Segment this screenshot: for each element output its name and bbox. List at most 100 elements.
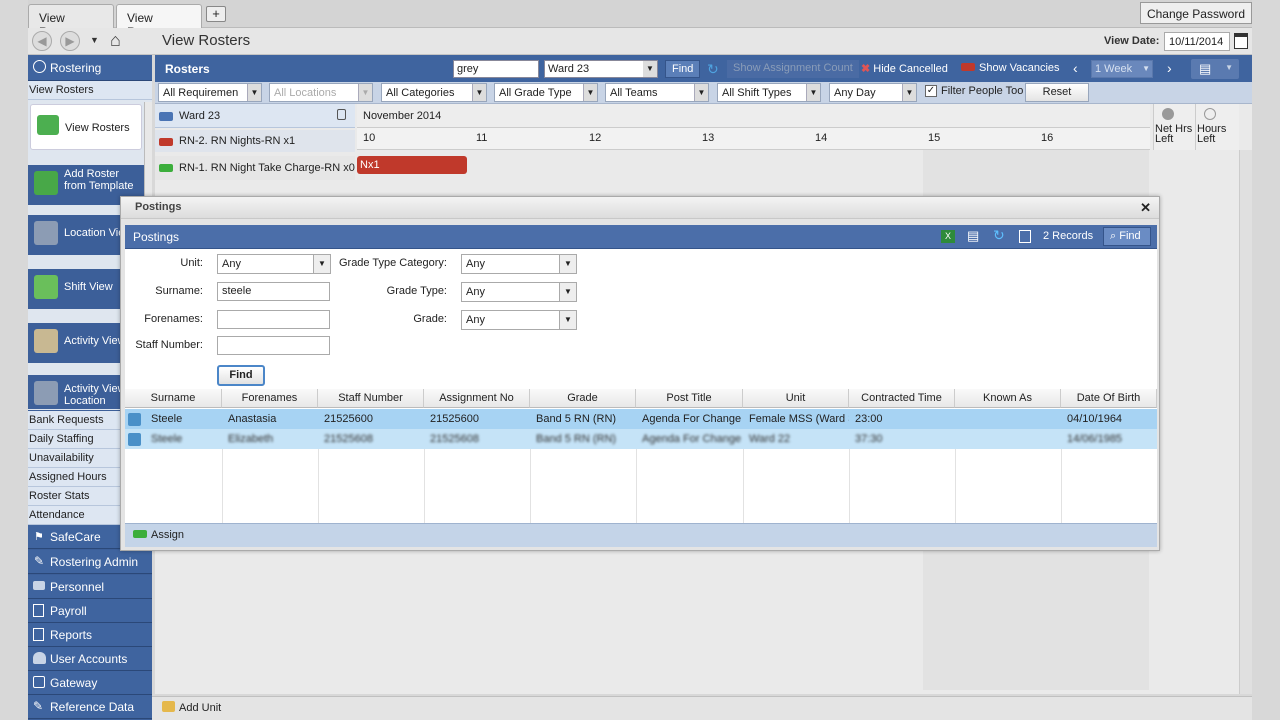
chevron-down-icon: ▼ — [559, 283, 576, 301]
flag-icon: ⚑ — [34, 531, 44, 543]
cell-date-of-birth: 04/10/1964 — [1067, 413, 1123, 425]
requirement-row[interactable]: RN-2. RN Nights-RN x1 — [155, 130, 355, 152]
cancel-icon: ✖ — [861, 63, 874, 75]
refresh-icon[interactable]: ↻ — [707, 61, 719, 78]
col-assignment-no[interactable]: Assignment No — [424, 389, 530, 408]
nav-view-rosters-link[interactable]: View Rosters — [28, 81, 152, 100]
period-select-value: 1 Week — [1095, 63, 1133, 75]
shift-icon — [34, 275, 58, 299]
chevron-down-icon[interactable]: ▼ — [90, 35, 99, 45]
col-contracted-time[interactable]: Contracted Time — [849, 389, 955, 408]
back-icon[interactable]: ◀ — [32, 31, 52, 51]
col-staff-number[interactable]: Staff Number — [318, 389, 424, 408]
home-icon[interactable]: ⌂ — [110, 30, 121, 51]
nav-section-label: Gateway — [50, 676, 98, 690]
reset-button[interactable]: Reset — [1025, 83, 1089, 102]
grade-type-filter[interactable]: All Grade Type ▼ — [494, 83, 598, 102]
panel-find-label: Find — [1119, 230, 1141, 242]
columns-icon[interactable] — [1019, 230, 1031, 243]
grade-type-category-select[interactable]: Any ▼ — [461, 254, 577, 274]
change-password-button[interactable]: Change Password — [1139, 2, 1252, 24]
grade-type-value: Any — [466, 286, 485, 298]
grid-scrollbar[interactable] — [1239, 150, 1252, 694]
panel-find-button[interactable]: ⌕ Find — [1103, 227, 1151, 246]
category-filter[interactable]: All Categories ▼ — [381, 83, 487, 102]
filter-people-checkbox[interactable]: ✓ — [925, 85, 937, 97]
chevron-down-icon: ▼ — [1142, 64, 1150, 73]
print-menu-button[interactable]: ▤ ▼ — [1191, 59, 1239, 79]
day-label: 16 — [1041, 132, 1054, 144]
cell-forenames: Anastasia — [228, 413, 277, 425]
surname-input[interactable]: steele — [217, 282, 330, 301]
net-hrs-left-label: Net Hrs Left — [1155, 123, 1193, 145]
bottom-bar: Add Unit — [152, 696, 1252, 720]
form-find-button[interactable]: Find — [217, 365, 265, 386]
shift-type-filter[interactable]: All Shift Types ▼ — [717, 83, 821, 102]
forward-icon[interactable]: ▶ — [60, 31, 80, 51]
column-divider — [636, 449, 637, 523]
tab-view-rosters-1[interactable]: View Rosters — [28, 4, 114, 39]
printer-icon: ▤ — [1199, 61, 1212, 76]
period-select[interactable]: 1 Week ▼ — [1091, 60, 1153, 78]
table-row[interactable]: Steele Anastasia 21525600 21525600 Band … — [125, 409, 1157, 429]
col-grade[interactable]: Grade — [530, 389, 636, 408]
shortcut-view-rosters[interactable]: View Rosters — [30, 104, 142, 150]
staff-number-input[interactable] — [217, 336, 330, 355]
show-assignment-count-button[interactable]: Show Assignment Count — [727, 60, 859, 78]
column-divider — [424, 449, 425, 523]
view-date-input[interactable]: 10/11/2014 — [1164, 32, 1230, 51]
col-date-of-birth[interactable]: Date Of Birth — [1061, 389, 1157, 408]
requirement-color-icon — [159, 138, 173, 146]
show-vacancies-button[interactable]: Show Vacancies — [955, 60, 1066, 78]
assign-button[interactable]: Assign — [133, 529, 184, 541]
tab-view-rosters-2[interactable]: View Rosters — [116, 4, 202, 39]
add-unit-button[interactable]: Add Unit — [162, 701, 221, 714]
shift-block[interactable]: Nx1 — [357, 156, 467, 174]
close-icon[interactable]: ✕ — [1140, 200, 1151, 216]
nav-payroll[interactable]: Payroll — [28, 599, 152, 623]
col-post-title[interactable]: Post Title — [636, 389, 743, 408]
nav-rostering[interactable]: Rostering — [28, 55, 152, 81]
forenames-input[interactable] — [217, 310, 330, 329]
show-vacancies-label: Show Vacancies — [979, 62, 1060, 74]
col-surname[interactable]: Surname — [125, 389, 222, 408]
calendar-icon[interactable] — [1234, 33, 1248, 49]
roster-search-input[interactable]: grey — [453, 60, 539, 78]
nav-reference-data[interactable]: ✎ Reference Data — [28, 695, 152, 719]
hours-left-label: Hours Left — [1197, 123, 1227, 145]
grade-select[interactable]: Any ▼ — [461, 310, 577, 330]
previous-week-icon[interactable]: ‹ — [1073, 60, 1078, 76]
team-filter[interactable]: All Teams ▼ — [605, 83, 709, 102]
nav-gateway[interactable]: Gateway — [28, 671, 152, 695]
postings-dialog: Postings ✕ Postings X ▤ ↻ 2 Records ⌕ Fi… — [120, 196, 1160, 551]
nav-user-accounts[interactable]: User Accounts — [28, 647, 152, 671]
nav-rostering-admin[interactable]: ✎ Rostering Admin — [28, 550, 152, 574]
roster-find-button[interactable]: Find — [665, 60, 701, 78]
table-row[interactable]: Steele Elizabeth 21525608 21525608 Band … — [125, 429, 1157, 449]
printer-icon[interactable]: ▤ — [967, 228, 979, 244]
records-count: 2 Records — [1043, 230, 1094, 242]
col-unit[interactable]: Unit — [743, 389, 849, 408]
nav-section-label: Personnel — [50, 580, 105, 594]
requirement-row[interactable]: RN-1. RN Night Take Charge-RN x0 — [155, 156, 355, 180]
refresh-icon[interactable]: ↻ — [993, 227, 1005, 244]
excel-icon[interactable]: X — [941, 230, 955, 243]
nav-personnel[interactable]: Personnel — [28, 575, 152, 599]
next-week-icon[interactable]: › — [1167, 60, 1172, 76]
gateway-icon — [33, 676, 45, 688]
clock-icon — [33, 60, 46, 73]
ward-select[interactable]: Ward 23 ▼ — [544, 60, 658, 78]
hide-cancelled-button[interactable]: ✖ Hide Cancelled — [855, 60, 954, 78]
nav-reports[interactable]: Reports — [28, 623, 152, 647]
wrench-icon: ✎ — [34, 554, 45, 568]
page-title: View Rosters — [162, 32, 251, 49]
col-forenames[interactable]: Forenames — [222, 389, 318, 408]
col-known-as[interactable]: Known As — [955, 389, 1061, 408]
requirement-filter[interactable]: All Requiremen ▼ — [158, 83, 262, 102]
location-filter[interactable]: All Locations ▼ — [269, 83, 373, 102]
add-tab-button[interactable]: + — [206, 6, 226, 22]
grade-type-select[interactable]: Any ▼ — [461, 282, 577, 302]
day-filter[interactable]: Any Day ▼ — [829, 83, 917, 102]
nav-section-label: Reports — [50, 628, 93, 642]
unit-select[interactable]: Any ▼ — [217, 254, 331, 274]
